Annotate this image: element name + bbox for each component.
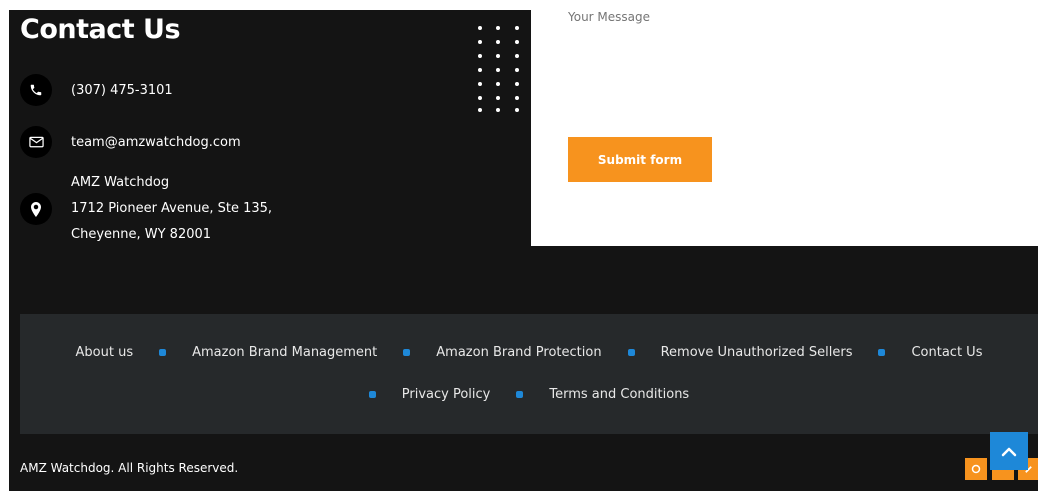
footer-link-terms-and-conditions[interactable]: Terms and Conditions xyxy=(549,387,689,402)
footer-link-amazon-brand-management[interactable]: Amazon Brand Management xyxy=(192,345,377,360)
email-link[interactable]: team@amzwatchdog.com xyxy=(71,135,241,150)
contact-title: Contact Us xyxy=(20,14,181,45)
footer-nav-band: About us Amazon Brand Management Amazon … xyxy=(20,314,1038,434)
address-line-2: 1712 Pioneer Avenue, Ste 135, xyxy=(71,201,273,216)
phone-link[interactable]: (307) 475-3101 xyxy=(71,83,173,98)
address-block: AMZ Watchdog 1712 Pioneer Avenue, Ste 13… xyxy=(71,170,272,248)
phone-row: (307) 475-3101 xyxy=(20,74,173,106)
address-line-1: AMZ Watchdog xyxy=(71,175,170,190)
nav-separator xyxy=(878,349,886,356)
footer-nav-row-2: Privacy Policy Terms and Conditions xyxy=(20,387,1038,402)
phone-icon xyxy=(20,74,52,106)
email-row: team@amzwatchdog.com xyxy=(20,126,241,158)
nav-separator xyxy=(159,349,167,356)
nav-separator xyxy=(368,391,376,398)
address-line-3: Cheyenne, WY 82001 xyxy=(71,227,212,242)
footer-link-contact-us[interactable]: Contact Us xyxy=(911,345,982,360)
nav-separator xyxy=(627,349,635,356)
copyright-text: AMZ Watchdog. All Rights Reserved. xyxy=(20,461,239,475)
submit-form-button[interactable]: Submit form xyxy=(568,137,712,182)
map-pin-icon xyxy=(20,193,52,225)
social-icon-1[interactable] xyxy=(965,458,987,480)
nav-separator xyxy=(516,391,524,398)
contact-form-panel: Submit form xyxy=(531,0,1038,246)
footer-link-privacy-policy[interactable]: Privacy Policy xyxy=(402,387,491,402)
footer-link-amazon-brand-protection[interactable]: Amazon Brand Protection xyxy=(436,345,601,360)
footer-nav-row-1: About us Amazon Brand Management Amazon … xyxy=(20,345,1038,360)
envelope-icon xyxy=(20,126,52,158)
message-textarea[interactable] xyxy=(568,10,988,90)
footer-link-about-us[interactable]: About us xyxy=(76,345,134,360)
address-row: AMZ Watchdog 1712 Pioneer Avenue, Ste 13… xyxy=(20,170,272,248)
footer-link-remove-unauthorized-sellers[interactable]: Remove Unauthorized Sellers xyxy=(661,345,853,360)
chevron-up-icon xyxy=(1001,442,1017,461)
scroll-to-top-button[interactable] xyxy=(990,432,1028,470)
nav-separator xyxy=(403,349,411,356)
